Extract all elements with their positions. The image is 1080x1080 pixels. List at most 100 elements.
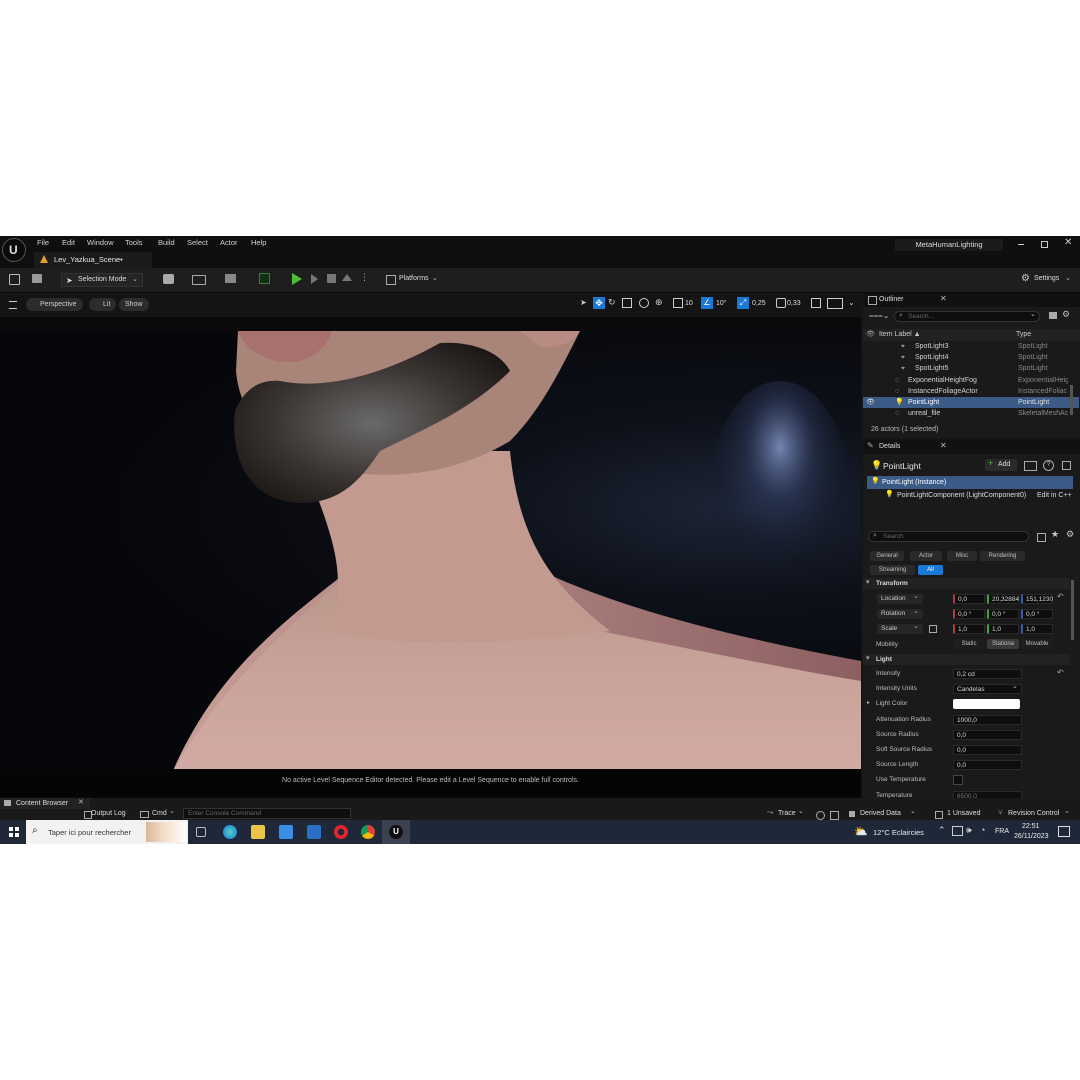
perspective-button[interactable]: Perspective	[26, 298, 83, 311]
attenuation-radius-field[interactable]: 1000,0	[953, 714, 1022, 725]
rotation-dropdown[interactable]: Rotation ⌄	[877, 608, 923, 619]
level-viewport[interactable]: Perspective Lit Show ➤ ✥ ↻ ⊕ 10 ∠ 10° ⤢ …	[0, 293, 861, 798]
clock-date[interactable]: 26/11/2023	[1014, 833, 1049, 840]
location-y-field[interactable]: 20,32884	[987, 594, 1019, 604]
menu-file[interactable]: File	[37, 238, 49, 247]
rotation-z-field[interactable]: 0,0 °	[1021, 609, 1053, 619]
close-tab-icon[interactable]: ✕	[940, 441, 947, 450]
restore-icon[interactable]	[1041, 241, 1048, 248]
filter-icon[interactable]: ⩶⌄	[869, 311, 889, 321]
mobility-movable-option[interactable]: Movable	[1021, 639, 1053, 649]
menu-select[interactable]: Select	[187, 238, 208, 247]
weather-label[interactable]: 12°C Eclaircies	[873, 828, 924, 837]
outliner-row[interactable]: ⌖ SpotLight5 SpotLight	[863, 363, 1079, 374]
show-button[interactable]: Show	[119, 298, 149, 311]
expand-arrow-icon[interactable]: ▸	[867, 699, 870, 706]
chevron-down-icon[interactable]: ⌄	[848, 298, 855, 307]
visibility-eye-icon[interactable]: 👁	[866, 397, 875, 408]
light-section-header[interactable]: ▾ Light	[863, 654, 1070, 665]
modeling-icon[interactable]	[259, 273, 270, 284]
outliner-scrollbar[interactable]	[1070, 385, 1073, 415]
windows-start-icon[interactable]	[9, 827, 19, 837]
category-rendering[interactable]: Rendering	[980, 551, 1025, 561]
viewport-scene-render[interactable]	[0, 331, 861, 773]
source-length-field[interactable]: 0,0	[953, 760, 1022, 771]
settings-button[interactable]: ⚙ Settings ⌄	[1020, 273, 1074, 287]
unreal-logo[interactable]: U	[2, 238, 26, 262]
cinematics-icon[interactable]	[225, 274, 236, 283]
outliner-row[interactable]: 👁 💡 PointLight PointLight	[863, 397, 1079, 408]
chrome-icon[interactable]	[361, 825, 375, 839]
menu-edit[interactable]: Edit	[62, 238, 75, 247]
lit-button[interactable]: Lit	[89, 298, 117, 311]
viewport-layout-icon[interactable]	[811, 298, 821, 308]
menu-window[interactable]: Window	[87, 238, 114, 247]
category-actor[interactable]: Actor	[910, 551, 942, 561]
transform-section-header[interactable]: ▾ Transform	[863, 578, 1070, 589]
wifi-icon[interactable]: ◔	[980, 825, 985, 835]
camera-speed-value[interactable]: 0,33	[787, 300, 801, 307]
rotate-tool-icon[interactable]: ↻	[608, 297, 616, 308]
outliner-search-input[interactable]: ⌕ Search... ⌄	[894, 311, 1040, 322]
menu-help[interactable]: Help	[251, 238, 266, 247]
viewport-size-icon[interactable]	[827, 298, 843, 309]
mail-icon[interactable]	[307, 825, 321, 839]
outliner-row[interactable]: ⌖ SpotLight3 SpotLight	[863, 341, 1079, 352]
outliner-row[interactable]: ◌ unreal_file SkeletalMeshAc	[863, 408, 1079, 419]
content-browser-tab[interactable]: Content Browser ✕	[0, 798, 90, 809]
clock-time[interactable]: 22:51	[1022, 823, 1040, 830]
grid-size-value[interactable]: 10	[685, 300, 693, 307]
network-icon[interactable]	[952, 826, 963, 836]
close-icon[interactable]: ✕	[1064, 237, 1072, 248]
chevron-up-icon[interactable]: ⌃	[938, 825, 946, 836]
translate-tool-icon[interactable]: ✥	[593, 297, 605, 309]
details-search-input[interactable]: ⌕ Search	[868, 531, 1029, 542]
platforms-button[interactable]: Platforms ⌄	[384, 273, 442, 287]
selection-mode-button[interactable]: ➤ Selection Mode ⌄	[61, 273, 143, 287]
angle-snap-icon[interactable]: ∠	[701, 297, 713, 309]
add-component-button[interactable]: + Add	[985, 458, 1017, 471]
content-icon[interactable]	[32, 274, 42, 283]
category-streaming[interactable]: Streaming	[870, 565, 915, 575]
use-temperature-checkbox[interactable]	[953, 775, 963, 786]
trace-button[interactable]: ⤳ Trace ⌄	[766, 808, 808, 820]
help-icon[interactable]: ?	[1043, 460, 1054, 471]
folder-icon[interactable]	[1049, 312, 1057, 319]
reset-arrow-icon[interactable]: ↶	[1057, 592, 1064, 601]
scale-z-field[interactable]: 1,0	[1021, 624, 1053, 634]
close-tab-icon[interactable]: ✕	[940, 294, 947, 303]
outliner-row[interactable]: ◌ ExponentialHeightFog ExponentialHeig	[863, 375, 1079, 386]
more-options-icon[interactable]: ⋮	[360, 272, 369, 283]
save-icon[interactable]	[9, 274, 20, 285]
scale-x-field[interactable]: 1,0	[953, 624, 985, 634]
world-icon[interactable]	[639, 298, 649, 308]
scale-tool-icon[interactable]	[622, 298, 632, 308]
scale-dropdown[interactable]: Scale ⌄	[877, 623, 923, 634]
edge-icon[interactable]	[223, 825, 237, 839]
rotation-x-field[interactable]: 0,0 °	[953, 609, 985, 619]
level-tab[interactable]: Lev_Yazkua_Scene•	[34, 252, 152, 268]
mobility-stationary-option[interactable]: Stationa	[987, 639, 1019, 649]
derived-data-button[interactable]: Derived Data ⌄	[848, 808, 920, 820]
revision-control-button[interactable]: ⑂ Revision Control ⌄	[997, 808, 1077, 820]
output-log-button[interactable]: Output Log	[82, 809, 132, 820]
outliner-row[interactable]: ⌖ SpotLight4 SpotLight	[863, 352, 1079, 363]
gear-icon[interactable]: ⚙	[1066, 529, 1074, 540]
eject-icon[interactable]	[342, 274, 352, 281]
angle-snap-value[interactable]: 10°	[716, 300, 727, 307]
lock-icon[interactable]	[1062, 461, 1071, 470]
scale-snap-icon[interactable]: ⤢	[737, 297, 749, 309]
camera-speed-icon[interactable]	[776, 298, 786, 308]
task-view-icon[interactable]	[196, 827, 206, 837]
table-view-icon[interactable]	[1037, 533, 1046, 542]
rotation-y-field[interactable]: 0,0 °	[987, 609, 1019, 619]
language-indicator[interactable]: FRA	[995, 828, 1009, 835]
scale-y-field[interactable]: 1,0	[987, 624, 1019, 634]
component-row[interactable]: 💡 PointLightComponent (LightComponent0) …	[867, 490, 1073, 502]
category-misc[interactable]: Misc	[947, 551, 977, 561]
category-general[interactable]: General	[870, 551, 904, 561]
location-x-field[interactable]: 0,0	[953, 594, 985, 604]
outliner-row[interactable]: ◌ InstancedFoliageActor InstancedFoliac	[863, 386, 1079, 397]
store-icon[interactable]	[279, 825, 293, 839]
blueprint-icon[interactable]	[192, 275, 206, 285]
